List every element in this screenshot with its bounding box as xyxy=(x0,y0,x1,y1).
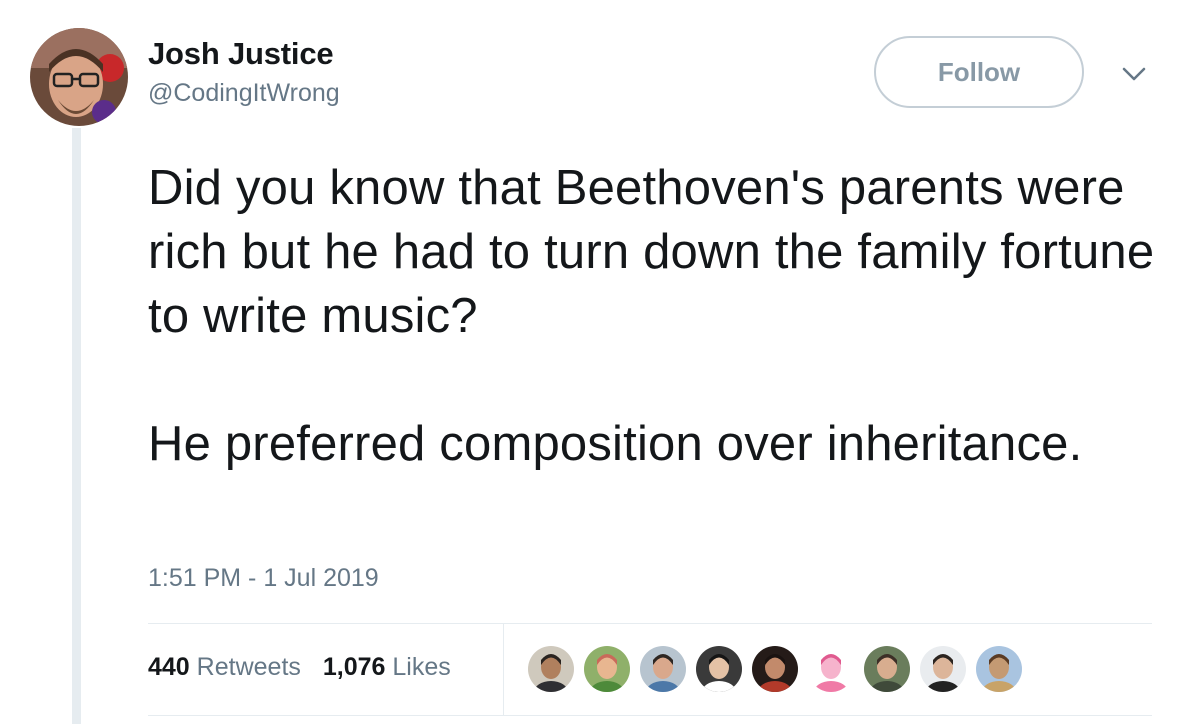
liker-avatar-image xyxy=(696,646,742,692)
retweets-count: 440 xyxy=(148,653,190,681)
author-avatar[interactable] xyxy=(30,28,128,126)
liker-avatar[interactable] xyxy=(862,644,912,694)
liker-avatar-image xyxy=(752,646,798,692)
likes-stat[interactable]: 1,076 Likes xyxy=(323,652,451,682)
author-avatar-image xyxy=(30,28,128,126)
chevron-down-icon xyxy=(1122,67,1146,81)
liker-avatar[interactable] xyxy=(526,644,576,694)
liker-avatar[interactable] xyxy=(694,644,744,694)
author-name[interactable]: Josh Justice xyxy=(148,36,340,72)
retweets-label: Retweets xyxy=(196,653,301,681)
liker-avatar-image xyxy=(584,646,630,692)
stats-separator xyxy=(503,624,504,715)
author-block[interactable]: Josh Justice @CodingItWrong xyxy=(148,36,340,108)
tweet-paragraph: He preferred composition over inheritanc… xyxy=(148,417,1083,471)
liker-avatar[interactable] xyxy=(638,644,688,694)
liker-avatar-image xyxy=(976,646,1022,692)
more-options-chevron-icon[interactable] xyxy=(1118,62,1150,86)
liker-avatars xyxy=(526,644,1030,694)
liker-avatar-image xyxy=(528,646,574,692)
liker-avatar[interactable] xyxy=(806,644,856,694)
author-handle[interactable]: @CodingItWrong xyxy=(148,78,340,108)
tweet-paragraph: Did you know that Beethoven's parents we… xyxy=(148,161,1155,343)
retweets-stat[interactable]: 440 Retweets xyxy=(148,652,301,682)
divider xyxy=(148,623,1152,624)
thread-line xyxy=(72,128,81,724)
liker-avatar-image xyxy=(864,646,910,692)
likes-count: 1,076 xyxy=(322,653,386,681)
tweet-timestamp[interactable]: 1:51 PM - 1 Jul 2019 xyxy=(148,563,379,593)
divider xyxy=(148,715,1152,716)
liker-avatar[interactable] xyxy=(974,644,1024,694)
follow-button[interactable]: Follow xyxy=(874,36,1084,108)
liker-avatar[interactable] xyxy=(750,644,800,694)
liker-avatar[interactable] xyxy=(582,644,632,694)
tweet-stats: 440 Retweets 1,076 Likes xyxy=(148,652,451,682)
liker-avatar[interactable] xyxy=(918,644,968,694)
liker-avatar-image xyxy=(808,646,854,692)
liker-avatar-image xyxy=(920,646,966,692)
tweet-text: Did you know that Beethoven's parents we… xyxy=(148,156,1158,476)
likes-label: Likes xyxy=(392,653,451,681)
liker-avatar-image xyxy=(640,646,686,692)
